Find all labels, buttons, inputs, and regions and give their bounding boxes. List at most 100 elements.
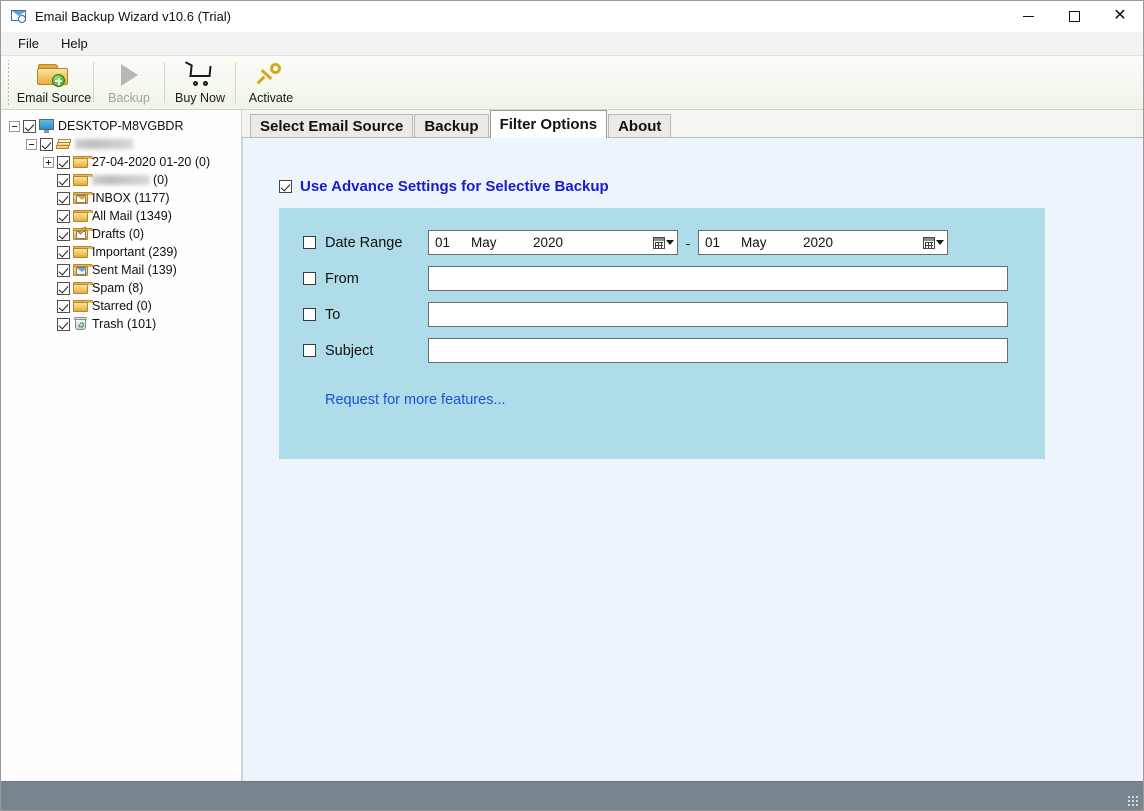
date-to-month: May — [741, 235, 767, 250]
tree-node-all-mail[interactable]: All Mail (1349) — [43, 207, 241, 225]
tree-node-folder[interactable]: 27-04-2020 01-20 (0) — [43, 153, 241, 171]
subject-input[interactable] — [428, 338, 1008, 363]
tree-checkbox[interactable] — [57, 227, 70, 241]
trash-icon: ♻ — [73, 317, 89, 331]
date-to-calendar-button[interactable] — [920, 231, 946, 254]
chevron-down-icon — [935, 240, 944, 245]
folder-icon — [73, 209, 93, 223]
tree-label-inbox: INBOX (1177) — [92, 191, 170, 205]
date-range-checkbox[interactable] — [303, 236, 316, 249]
tree-checkbox[interactable] — [40, 137, 53, 151]
app-icon — [11, 8, 27, 24]
folder-sent-icon — [73, 263, 93, 277]
window-title: Email Backup Wizard v10.6 (Trial) — [35, 8, 232, 24]
advance-settings-checkbox[interactable] — [279, 180, 292, 193]
calendar-icon — [922, 236, 935, 249]
menu-item-file[interactable]: File — [7, 33, 50, 54]
play-icon — [120, 60, 138, 90]
advance-settings-label: Use Advance Settings for Selective Backu… — [300, 178, 609, 195]
tree-node-folder[interactable]: (0) — [43, 171, 241, 189]
tree-node-root[interactable]: DESKTOP-M8VGBDR — [9, 117, 241, 135]
date-from-calendar-button[interactable] — [650, 231, 676, 254]
from-checkbox[interactable] — [303, 272, 316, 285]
to-input[interactable] — [428, 302, 1008, 327]
tab-backup[interactable]: Backup — [414, 114, 489, 137]
tab-about[interactable]: About — [608, 114, 672, 137]
folder-icon — [73, 245, 93, 259]
tree-node-drafts[interactable]: Drafts (0) — [43, 225, 241, 243]
tree-checkbox[interactable] — [57, 281, 70, 295]
date-range-row: Date Range 01 May 2020 - 01 May 2020 — [303, 230, 1045, 255]
date-from-year: 2020 — [533, 235, 564, 250]
tree-checkbox[interactable] — [57, 263, 70, 277]
close-button[interactable]: ✕ — [1097, 1, 1143, 32]
to-label: To — [325, 306, 341, 323]
tree-label-spam: Spam (8) — [92, 281, 144, 295]
resize-grip-icon[interactable] — [1127, 795, 1139, 807]
tree-checkbox[interactable] — [23, 119, 36, 133]
toolbar-label-buy-now: Buy Now — [174, 91, 226, 105]
tree-node-starred[interactable]: Starred (0) — [43, 297, 241, 315]
tree-count-folder: (0) — [153, 173, 169, 187]
to-checkbox[interactable] — [303, 308, 316, 321]
tree-node-account[interactable] — [26, 135, 241, 153]
date-from-day: 01 — [435, 235, 451, 250]
tree-node-spam[interactable]: Spam (8) — [43, 279, 241, 297]
menu-item-help[interactable]: Help — [50, 33, 99, 54]
folder-add-icon — [37, 60, 71, 90]
tree-checkbox[interactable] — [57, 299, 70, 313]
toolbar-button-activate[interactable]: Activate — [236, 56, 306, 109]
content-pane: Select Email Source Backup Filter Option… — [242, 110, 1143, 781]
advance-settings-row[interactable]: Use Advance Settings for Selective Backu… — [279, 178, 1143, 195]
expander-icon[interactable] — [9, 120, 20, 132]
tree-node-sent-mail[interactable]: Sent Mail (139) — [43, 261, 241, 279]
maximize-button[interactable] — [1051, 1, 1097, 32]
tree-label-starred: Starred (0) — [92, 299, 152, 313]
close-icon: ✕ — [1113, 7, 1127, 24]
expander-icon[interactable] — [26, 138, 37, 150]
tree-label-trash: Trash (101) — [92, 317, 157, 331]
folder-icon — [73, 155, 93, 169]
expander-icon[interactable] — [43, 156, 54, 168]
date-to-picker[interactable]: 01 May 2020 — [698, 230, 948, 255]
folder-stack-icon — [56, 137, 72, 151]
tab-filter-options[interactable]: Filter Options — [489, 110, 608, 138]
filter-settings-box: Date Range 01 May 2020 - 01 May 2020 Fro… — [279, 208, 1045, 459]
date-to-year: 2020 — [803, 235, 834, 250]
filter-options-panel: Use Advance Settings for Selective Backu… — [242, 138, 1143, 781]
tree-checkbox[interactable] — [57, 245, 70, 259]
subject-row: Subject — [303, 338, 1045, 363]
minimize-button[interactable] — [1005, 1, 1051, 32]
tree-node-important[interactable]: Important (239) — [43, 243, 241, 261]
tree-checkbox[interactable] — [57, 155, 70, 169]
tree-checkbox[interactable] — [57, 191, 70, 205]
date-to-day: 01 — [705, 235, 721, 250]
tree-checkbox[interactable] — [57, 173, 70, 187]
toolbar-drag-handle[interactable] — [5, 60, 12, 105]
toolbar-button-backup[interactable]: Backup — [94, 56, 164, 109]
tree-node-trash[interactable]: ♻ Trash (101) — [43, 315, 241, 333]
tree-label-important: Important (239) — [92, 245, 178, 259]
tree-label-root: DESKTOP-M8VGBDR — [58, 119, 184, 133]
request-more-features-link[interactable]: Request for more features... — [325, 392, 1045, 408]
toolbar-button-buy-now[interactable]: Buy Now — [165, 56, 235, 109]
tree-checkbox[interactable] — [57, 317, 70, 331]
tree-label-folder — [92, 175, 150, 185]
tree-checkbox[interactable] — [57, 209, 70, 223]
date-range-label: Date Range — [325, 234, 403, 251]
date-from-picker[interactable]: 01 May 2020 — [428, 230, 678, 255]
toolbar-button-email-source[interactable]: Email Source — [15, 56, 93, 109]
folder-icon — [73, 173, 93, 187]
folder-inbox-icon — [73, 191, 93, 205]
tree-node-inbox[interactable]: INBOX (1177) — [43, 189, 241, 207]
tab-select-email-source[interactable]: Select Email Source — [250, 114, 414, 137]
minimize-icon — [1022, 15, 1034, 17]
subject-checkbox[interactable] — [303, 344, 316, 357]
monitor-icon — [39, 119, 55, 133]
from-input[interactable] — [428, 266, 1008, 291]
